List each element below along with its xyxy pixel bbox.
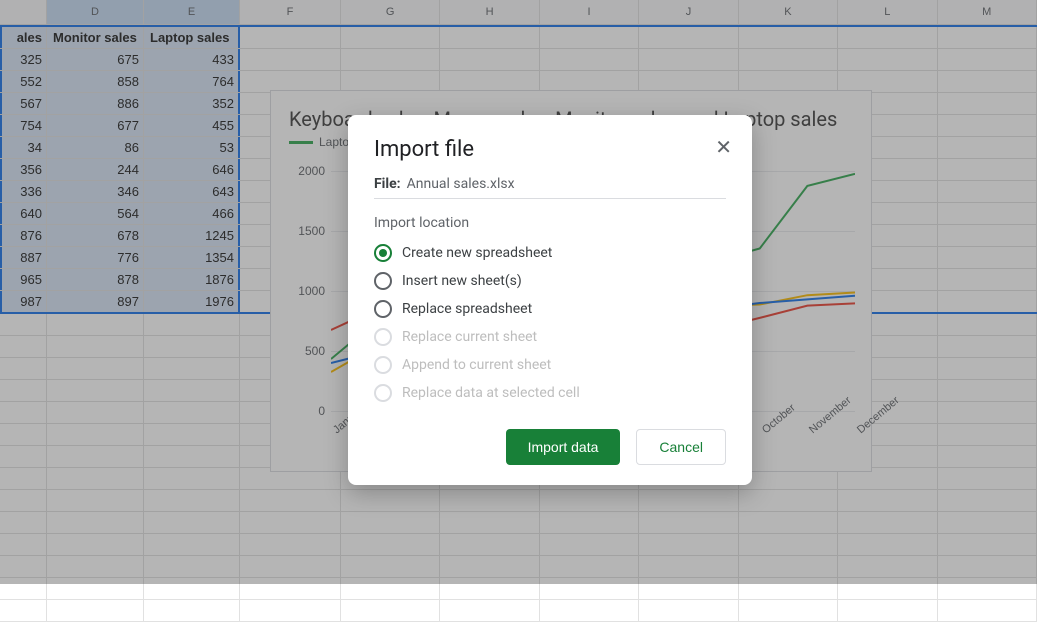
radio-option: Append to current sheet	[374, 351, 726, 379]
empty-cell[interactable]	[0, 600, 47, 621]
radio-icon	[374, 384, 392, 402]
radio-label: Replace current sheet	[402, 329, 537, 345]
radio-label: Append to current sheet	[402, 357, 551, 373]
empty-cell[interactable]	[240, 600, 341, 621]
radio-option[interactable]: Insert new sheet(s)	[374, 267, 726, 295]
radio-icon	[374, 272, 392, 290]
empty-row	[0, 600, 1037, 622]
empty-cell[interactable]	[144, 600, 240, 621]
file-name: Annual sales.xlsx	[407, 176, 515, 192]
empty-cell[interactable]	[739, 600, 838, 621]
radio-option: Replace current sheet	[374, 323, 726, 351]
radio-label: Insert new sheet(s)	[402, 273, 522, 289]
radio-icon	[374, 356, 392, 374]
cancel-button[interactable]: Cancel	[636, 429, 726, 465]
empty-cell[interactable]	[440, 600, 539, 621]
import-file-dialog: Import file ✕ File: Annual sales.xlsx Im…	[348, 115, 752, 485]
import-data-button[interactable]: Import data	[506, 429, 621, 465]
radio-label: Create new spreadsheet	[402, 245, 552, 261]
radio-icon	[374, 300, 392, 318]
empty-cell[interactable]	[341, 600, 440, 621]
empty-cell[interactable]	[938, 600, 1037, 621]
close-icon[interactable]: ✕	[711, 133, 736, 161]
file-label: File:	[374, 176, 401, 192]
radio-label: Replace spreadsheet	[402, 301, 532, 317]
radio-option: Replace data at selected cell	[374, 379, 726, 407]
import-location-label: Import location	[374, 215, 726, 231]
radio-option[interactable]: Replace spreadsheet	[374, 295, 726, 323]
empty-cell[interactable]	[47, 600, 144, 621]
empty-cell[interactable]	[540, 600, 639, 621]
radio-label: Replace data at selected cell	[402, 385, 580, 401]
dialog-title: Import file	[374, 137, 726, 162]
radio-icon	[374, 328, 392, 346]
empty-cell[interactable]	[639, 600, 738, 621]
radio-option[interactable]: Create new spreadsheet	[374, 239, 726, 267]
radio-icon	[374, 244, 392, 262]
empty-cell[interactable]	[838, 600, 937, 621]
